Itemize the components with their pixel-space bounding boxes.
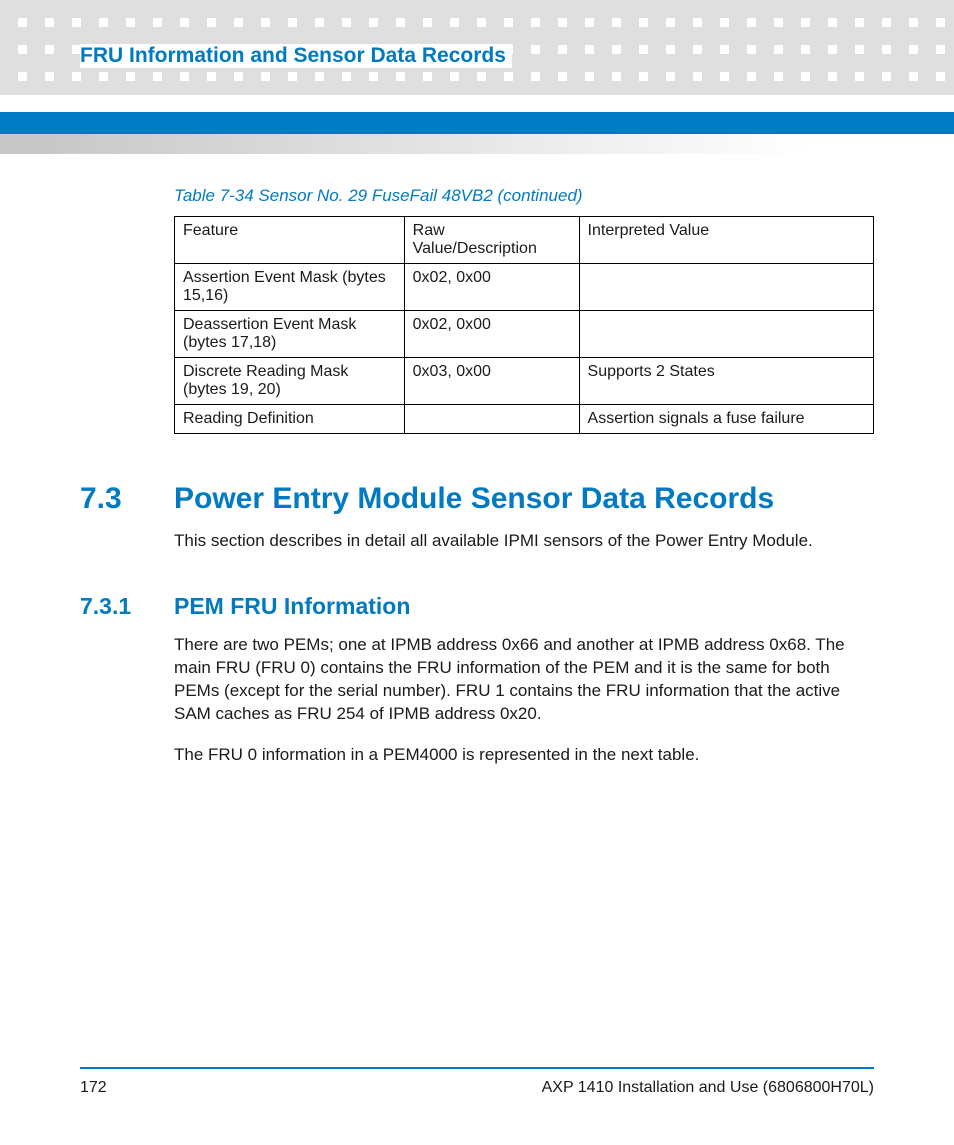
section-title: Power Entry Module Sensor Data Records bbox=[174, 482, 774, 516]
table-row: Reading Definition Assertion signals a f… bbox=[175, 405, 874, 434]
section-intro: This section describes in detail all ava… bbox=[174, 530, 874, 553]
cell-raw: 0x03, 0x00 bbox=[404, 358, 579, 405]
cell-feature: Assertion Event Mask (bytes 15,16) bbox=[175, 264, 405, 311]
sensor-table: Feature Raw Value/Description Interprete… bbox=[174, 216, 874, 434]
chapter-title: FRU Information and Sensor Data Records bbox=[80, 44, 512, 68]
page-number: 172 bbox=[80, 1079, 107, 1097]
cell-interp: Assertion signals a fuse failure bbox=[579, 405, 873, 434]
section-number: 7.3 bbox=[80, 482, 174, 516]
cell-raw bbox=[404, 405, 579, 434]
col-header-feature: Feature bbox=[175, 217, 405, 264]
page-footer: 172 AXP 1410 Installation and Use (68068… bbox=[80, 1067, 874, 1097]
cell-interp: Supports 2 States bbox=[579, 358, 873, 405]
table-row: Assertion Event Mask (bytes 15,16) 0x02,… bbox=[175, 264, 874, 311]
cell-interp bbox=[579, 264, 873, 311]
cell-feature: Discrete Reading Mask (bytes 19, 20) bbox=[175, 358, 405, 405]
cell-interp bbox=[579, 311, 873, 358]
col-header-raw: Raw Value/Description bbox=[404, 217, 579, 264]
page-content: Table 7-34 Sensor No. 29 FuseFail 48VB2 … bbox=[80, 186, 874, 767]
cell-raw: 0x02, 0x00 bbox=[404, 311, 579, 358]
cell-feature: Deassertion Event Mask (bytes 17,18) bbox=[175, 311, 405, 358]
header-fade-bar bbox=[0, 134, 954, 154]
subsection-number: 7.3.1 bbox=[80, 593, 174, 620]
col-header-interpreted: Interpreted Value bbox=[579, 217, 873, 264]
subsection-heading: 7.3.1 PEM FRU Information bbox=[80, 593, 874, 620]
cell-feature: Reading Definition bbox=[175, 405, 405, 434]
body-paragraph: The FRU 0 information in a PEM4000 is re… bbox=[174, 744, 874, 767]
table-header-row: Feature Raw Value/Description Interprete… bbox=[175, 217, 874, 264]
header-blue-bar bbox=[0, 112, 954, 134]
subsection-title: PEM FRU Information bbox=[174, 593, 410, 620]
table-row: Discrete Reading Mask (bytes 19, 20) 0x0… bbox=[175, 358, 874, 405]
body-paragraph: There are two PEMs; one at IPMB address … bbox=[174, 634, 874, 726]
table-caption: Table 7-34 Sensor No. 29 FuseFail 48VB2 … bbox=[174, 186, 874, 206]
cell-raw: 0x02, 0x00 bbox=[404, 264, 579, 311]
section-heading: 7.3 Power Entry Module Sensor Data Recor… bbox=[80, 482, 874, 516]
table-row: Deassertion Event Mask (bytes 17,18) 0x0… bbox=[175, 311, 874, 358]
document-id: AXP 1410 Installation and Use (6806800H7… bbox=[542, 1079, 874, 1097]
